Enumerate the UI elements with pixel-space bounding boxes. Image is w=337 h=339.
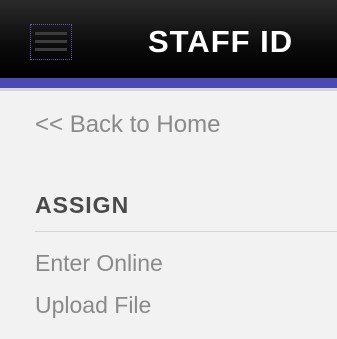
section-title-assign: ASSIGN: [35, 192, 130, 218]
menu-icon-line: [35, 48, 67, 51]
hamburger-menu-icon[interactable]: [30, 24, 72, 60]
menu-icon-line: [35, 40, 67, 43]
app-header: STAFF ID: [0, 0, 337, 78]
enter-online-link[interactable]: Enter Online: [35, 250, 163, 277]
page-title: STAFF ID: [148, 24, 294, 59]
section-divider: [35, 231, 337, 232]
menu-icon-line: [35, 32, 67, 35]
upload-file-link[interactable]: Upload File: [35, 292, 151, 319]
back-to-home-row: << Back to Home: [0, 88, 337, 174]
back-to-home-link[interactable]: << Back to Home: [35, 111, 220, 139]
accent-bar: [0, 78, 337, 88]
